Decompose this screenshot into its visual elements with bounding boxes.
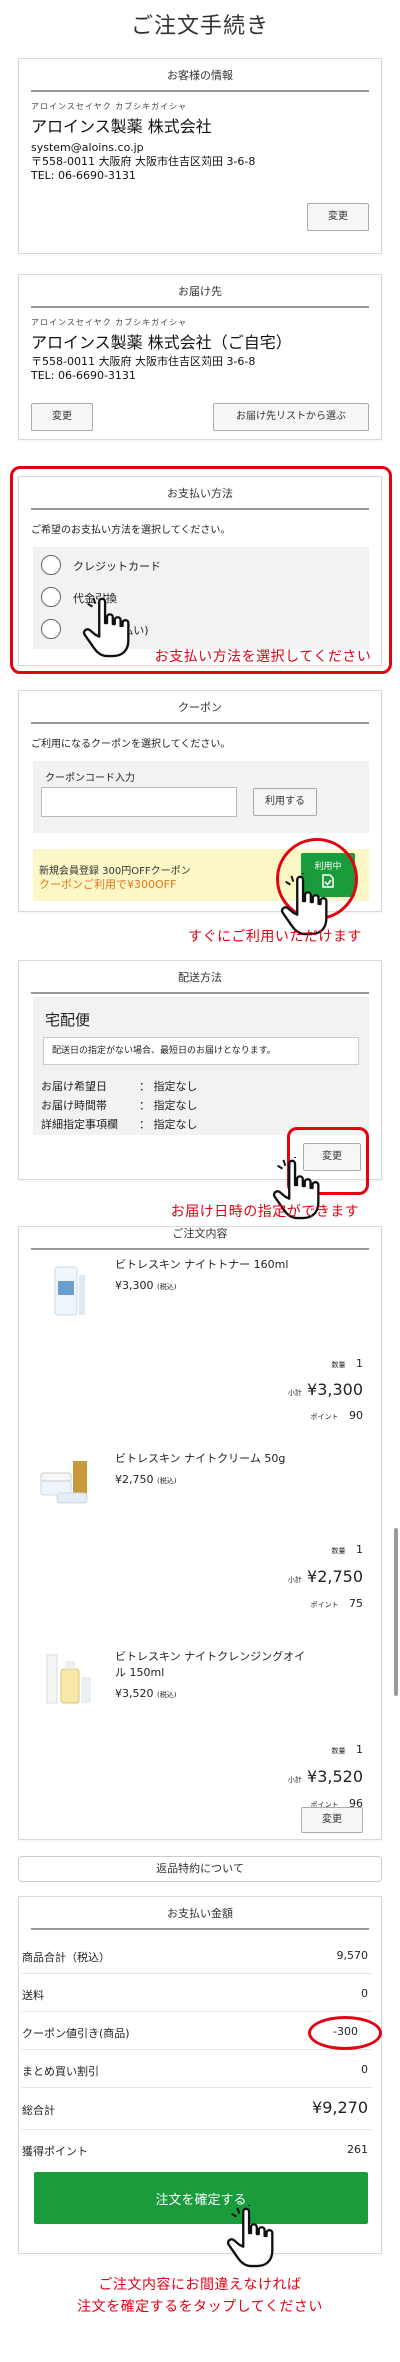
delivery-detail: 宅配便 配送日の指定がない場合、最短日のお届けとなります。 お届け希望日： 指定… [33, 997, 369, 1135]
delivery-method: 宅配便 [45, 1011, 91, 1029]
product-points: ポイント 90 [310, 1409, 364, 1422]
customer-tel: TEL: 06-6690-3131 [31, 169, 136, 182]
coupon-code-label: クーポンコード入力 [45, 773, 135, 784]
summary-row: 商品合計（税込） 9,570 [22, 1936, 372, 1974]
customer-info-card: お客様の情報 アロインスセイヤク カブシキガイシャ アロインス製薬 株式会社 s… [18, 58, 382, 254]
coupon-offer-title: 新規会員登録 300円OFFクーポン [39, 866, 191, 877]
shipping-list-button[interactable]: お届け先リストから選ぶ [213, 403, 369, 431]
product-name: ビトレスキン ナイトクレンジングオイル 150ml [115, 1650, 306, 1679]
product-image [40, 1461, 88, 1504]
product-price: ¥3,520 (税込) [115, 1687, 177, 1700]
product-subtotal: 小計 ¥3,300 [287, 1380, 363, 1399]
order-change-button[interactable]: 変更 [301, 1807, 363, 1833]
product-image [54, 1266, 85, 1316]
shipping-kana: アロインスセイヤク カブシキガイシャ [31, 318, 188, 327]
summary-row: まとめ買い割引 0 [22, 2050, 372, 2088]
product-qty: 数量 1 [331, 1357, 364, 1370]
returns-policy-button[interactable]: 返品特約について [18, 1856, 382, 1882]
product-price: ¥2,750 (税込) [115, 1473, 177, 1486]
shipping-company: アロインス製薬 株式会社（ご自宅） [31, 333, 292, 352]
product-subtotal: 小計 ¥3,520 [287, 1767, 363, 1786]
delivery-row: お届け時間帯： 指定なし [41, 1099, 198, 1112]
confirm-order-label: 注文を確定する [155, 2193, 247, 2208]
delivery-row: 詳細指定事項欄： 指定なし [41, 1118, 198, 1131]
order-heading: ご注文内容 [31, 1217, 369, 1250]
confirm-order-button[interactable]: 注文を確定する [34, 2172, 368, 2224]
coupon-note: すぐにご利用いただけます [188, 929, 362, 945]
confirm-note-line1: ご注文内容にお間違えなければ [98, 2277, 302, 2293]
delivery-heading: 配送方法 [31, 961, 369, 994]
pointing-hand-icon [226, 2204, 274, 2268]
order-card: ご注文内容 ビトレスキン ナイトトナー 160ml ¥3,300 (税込) 数量… [18, 1226, 382, 1840]
discount-highlight [308, 2016, 382, 2050]
product-name: ビトレスキン ナイトクリーム 50g [115, 1452, 286, 1465]
customer-kana: アロインスセイヤク カブシキガイシャ [31, 102, 188, 111]
payment-note: お支払い方法を選択してください [154, 649, 372, 665]
customer-change-button[interactable]: 変更 [307, 203, 369, 231]
product-qty: 数量 1 [331, 1743, 364, 1756]
page-title: ご注文手続き [130, 14, 269, 39]
coupon-desc: ご利用になるクーポンを選択してください。 [31, 739, 231, 750]
shipping-change-button[interactable]: 変更 [31, 403, 93, 431]
coupon-code-area: クーポンコード入力 利用する [33, 761, 369, 833]
product-qty: 数量 1 [331, 1543, 364, 1556]
summary-points-row: 獲得ポイント 261 [22, 2143, 368, 2158]
product-price: ¥3,300 (税込) [115, 1279, 177, 1292]
coupon-apply-button[interactable]: 利用する [253, 788, 317, 816]
shipping-tel: TEL: 06-6690-3131 [31, 369, 136, 382]
shipping-heading: お届け先 [31, 275, 369, 308]
shipping-address: 〒558-0011 大阪府 大阪市住吉区苅田 3-6-8 [31, 355, 256, 368]
product-name: ビトレスキン ナイトトナー 160ml [115, 1258, 289, 1271]
coupon-code-input[interactable] [41, 787, 237, 817]
customer-email: system@aloins.co.jp [31, 141, 144, 154]
product-subtotal: 小計 ¥2,750 [287, 1567, 363, 1586]
shipping-card: お届け先 アロインスセイヤク カブシキガイシャ アロインス製薬 株式会社（ご自宅… [18, 274, 382, 440]
coupon-heading: クーポン [31, 691, 369, 724]
product-image [46, 1654, 91, 1704]
customer-info-heading: お客様の情報 [31, 59, 369, 92]
summary-total-row: 総合計 ¥9,270 [22, 2088, 372, 2130]
customer-address: 〒558-0011 大阪府 大阪市住吉区苅田 3-6-8 [31, 155, 256, 168]
summary-heading: お支払い金額 [31, 1897, 369, 1930]
confirm-note-line2: 注文を確定するをタップしてください [77, 2299, 323, 2315]
delivery-rows: お届け希望日： 指定なし お届け時間帯： 指定なし 詳細指定事項欄： 指定なし [41, 1077, 198, 1134]
customer-company: アロインス製薬 株式会社 [31, 117, 212, 136]
scrollbar-thumb[interactable] [394, 1528, 398, 1696]
payment-highlight [10, 466, 392, 674]
delivery-row: お届け希望日： 指定なし [41, 1080, 198, 1093]
delivery-info: 配送日の指定がない場合、最短日のお届けとなります。 [43, 1037, 359, 1065]
product-points: ポイント 75 [310, 1597, 364, 1610]
summary-row: 送料 0 [22, 1974, 372, 2012]
coupon-offer-sub: クーポンご利用で¥300OFF [39, 878, 177, 891]
